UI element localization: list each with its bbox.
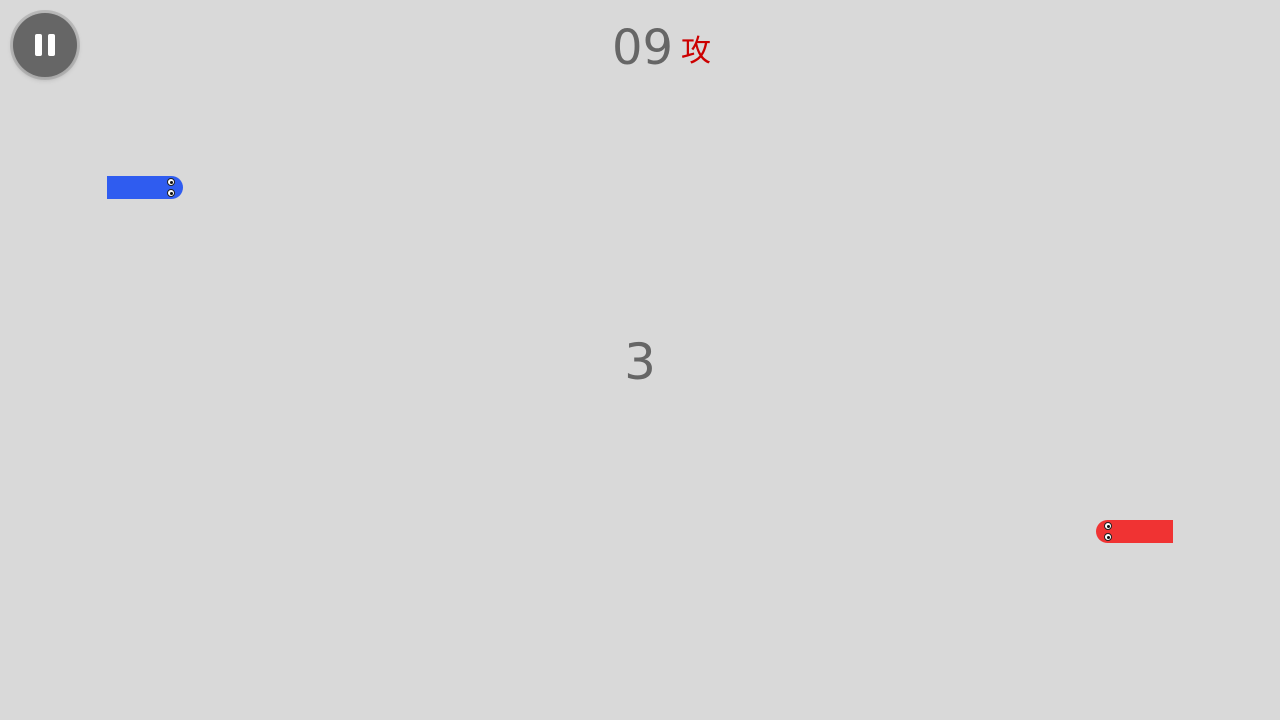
red-snake-eye-top — [1104, 522, 1112, 530]
mode-label: 攻 — [681, 34, 711, 69]
red-snake-eye-bottom — [1104, 533, 1112, 541]
blue-snake-eye-bottom — [167, 189, 175, 197]
blue-snake — [107, 176, 183, 199]
hud: 09 攻 — [0, 18, 1280, 78]
timer: 09 — [612, 20, 674, 76]
blue-snake-eye-top — [167, 178, 175, 186]
game-board: 09 攻 3 — [0, 0, 1280, 720]
red-snake — [1096, 520, 1173, 543]
countdown-number: 3 — [624, 333, 656, 391]
